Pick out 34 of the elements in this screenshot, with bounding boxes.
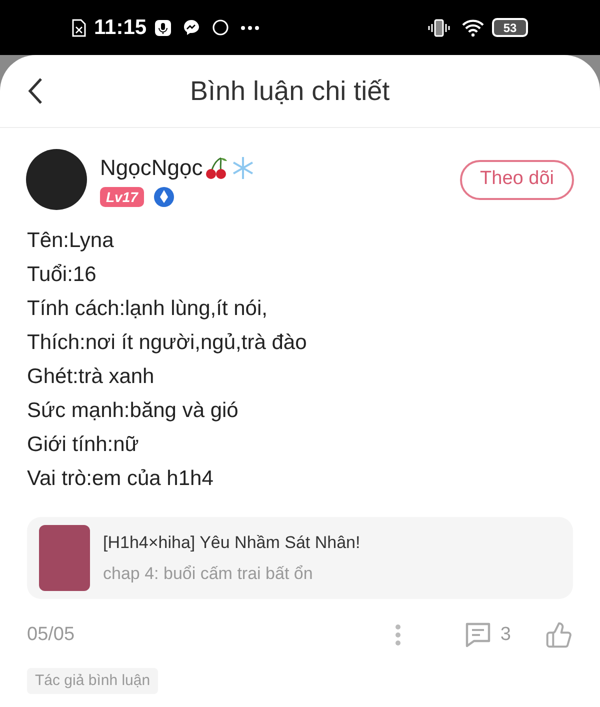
comment-line: Vai trò:em của h1h4 — [27, 466, 214, 492]
comment-line: Sức mạnh:băng và gió — [27, 398, 240, 424]
sim-card-icon — [72, 18, 86, 36]
chat-bubble-icon — [182, 19, 200, 36]
level-badge: Lv17 — [100, 187, 144, 207]
comment-icon[interactable] — [464, 622, 492, 648]
back-button[interactable] — [26, 77, 44, 105]
more-dots-icon — [240, 26, 259, 30]
comment-line: Thích:nơi ít người,ngủ,trà đào — [27, 330, 308, 356]
vibrate-icon — [428, 18, 450, 36]
more-button[interactable] — [395, 624, 402, 646]
reply-count: 3 — [500, 623, 511, 647]
more-vertical-icon — [395, 624, 402, 646]
snowflake-icon — [230, 156, 255, 180]
follow-button[interactable]: Theo dõi — [460, 160, 574, 200]
comment-line: Tính cách:lạnh lùng,ít nói, — [27, 296, 268, 322]
wifi-icon — [462, 18, 484, 36]
username: NgọcNgọc — [100, 154, 203, 182]
comment-line: Ghét:trà xanh — [27, 364, 156, 390]
thumbs-up-icon[interactable] — [545, 621, 573, 650]
chapter-title: chap 4: buổi cấm trai bất ổn — [103, 563, 314, 585]
comment-line: Giới tính:nữ — [27, 432, 140, 458]
page-title: Bình luận chi tiết — [190, 74, 390, 108]
battery-indicator: 53 — [492, 18, 528, 37]
clock-time: 11:15 — [94, 14, 147, 41]
comment-line: Tuổi:16 — [27, 262, 98, 288]
story-title: [H1h4×hiha] Yêu Nhầm Sát Nhân! — [103, 532, 360, 554]
author-tag: Tác giả bình luận — [27, 668, 158, 694]
cover-placeholder — [39, 525, 90, 591]
microphone-icon — [154, 20, 171, 36]
comment-line: Tên:Lyna — [27, 228, 115, 254]
story-card[interactable]: [H1h4×hiha] Yêu Nhầm Sát Nhân! chap 4: buổi cấm trai bất ổn — [27, 517, 573, 599]
back-icon — [26, 77, 44, 105]
comment-date: 05/05 — [27, 623, 75, 647]
